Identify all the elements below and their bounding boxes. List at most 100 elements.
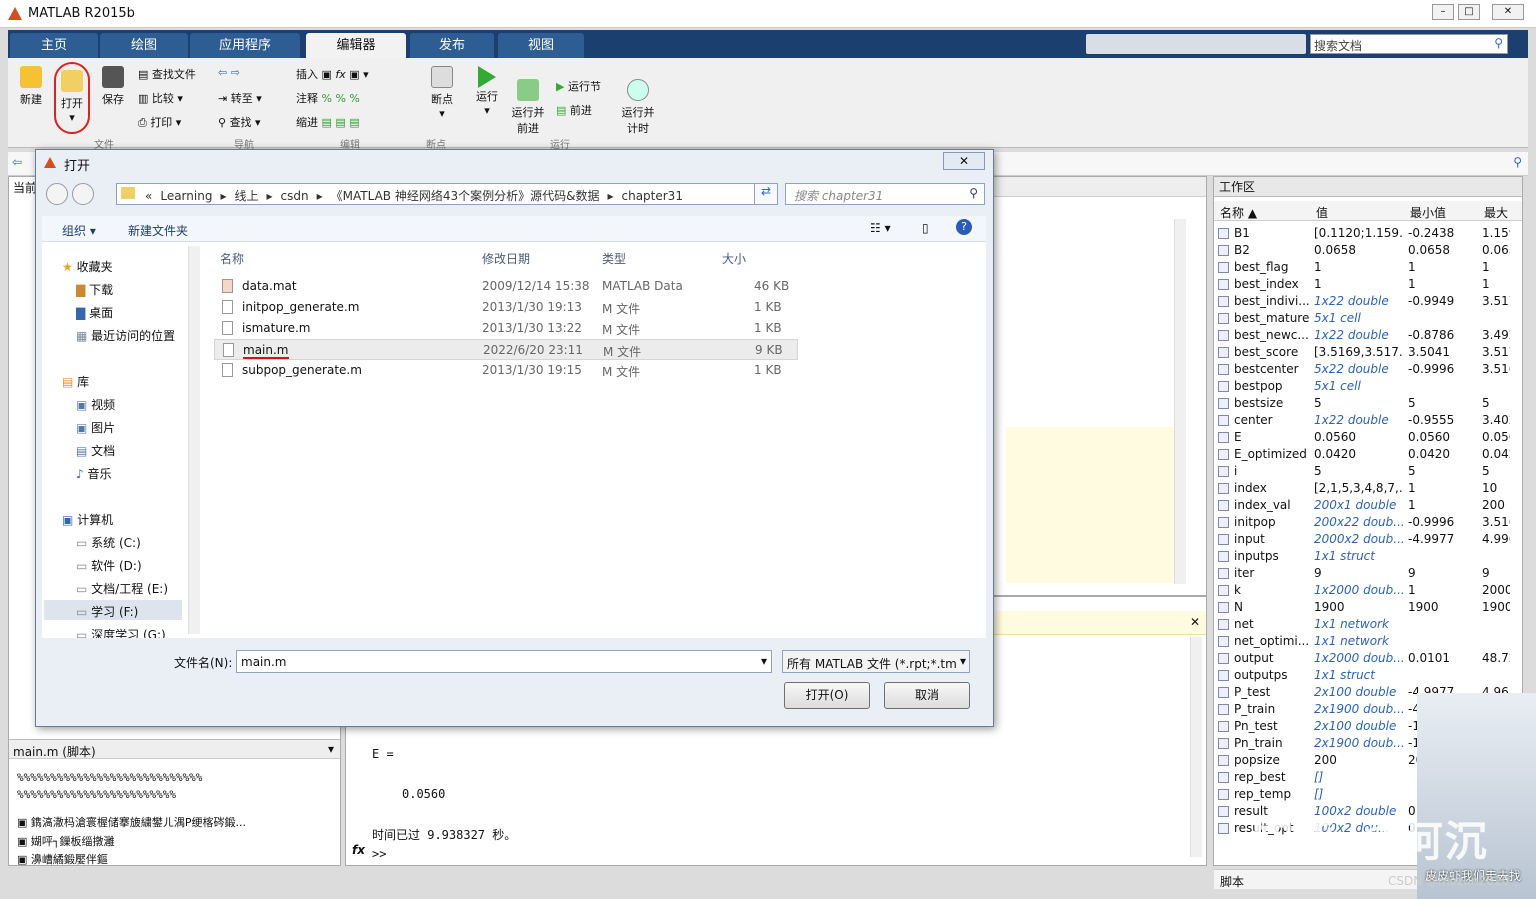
tab-plots[interactable]: 绘图 (100, 33, 188, 58)
file-row[interactable]: data.mat 2009/12/14 15:38 MATLAB Data 46 KB (214, 276, 798, 297)
breadcrumb-item[interactable]: 《MATLAB 神经网络43个案例分析》源代码&数据 (331, 189, 600, 203)
workspace-row[interactable]: best_mature 5x1 cell (1214, 310, 1510, 327)
workspace-row[interactable]: bestsize 5 5 5 (1214, 395, 1510, 412)
help-icon[interactable]: ? (956, 219, 972, 235)
breakpoints-button[interactable]: 断点 ▾ (422, 66, 462, 120)
workspace-row[interactable]: best_indivi... 1x22 double -0.9949 3.517 (1214, 293, 1510, 310)
nav-drive-d[interactable]: ▭ 软件 (D:) (76, 557, 142, 574)
back-icon[interactable] (46, 183, 68, 205)
minimize-button[interactable]: – (1432, 4, 1454, 20)
breadcrumb-item[interactable]: 线上 (234, 189, 258, 203)
dialog-search-input[interactable]: 搜索 chapter31 ⚲ (785, 183, 985, 205)
workspace-row[interactable]: inputps 1x1 struct (1214, 548, 1510, 565)
filename-input[interactable]: main.m ▾ (236, 650, 772, 673)
workspace-row[interactable]: E_optimized 0.0420 0.0420 0.042 (1214, 446, 1510, 463)
close-button[interactable]: ✕ (1492, 4, 1524, 20)
indent-button[interactable]: 缩进 ▤ ▤ ▤ (296, 114, 360, 130)
workspace-row[interactable]: output 1x2000 doub... 0.0101 48.72 (1214, 650, 1510, 667)
workspace-row[interactable]: best_index 1 1 1 (1214, 276, 1510, 293)
header-date[interactable]: 修改日期 (482, 250, 530, 267)
tab-apps[interactable]: 应用程序 (190, 33, 300, 58)
dialog-close-button[interactable]: ✕ (943, 152, 985, 170)
address-bar[interactable]: « Learning ▸ 线上 ▸ csdn ▸ 《MATLAB 神经网络43个案例分析》源代… (116, 183, 776, 205)
nav-recent[interactable]: ▦ 最近访问的位置 (76, 327, 175, 344)
cancel-button[interactable]: 取消 (884, 682, 970, 709)
nav-pictures[interactable]: ▣ 图片 (76, 419, 115, 436)
open-file-button[interactable]: 打开(O) (784, 682, 870, 709)
goto-button[interactable]: ⇥ 转至 ▾ (218, 90, 262, 106)
new-folder-button[interactable]: 新建文件夹 (128, 222, 188, 239)
path-search-icon[interactable]: ⚲ (1513, 155, 1522, 169)
comment-button[interactable]: 注释 % % % (296, 90, 360, 106)
nav-drive-g[interactable]: ▭ 深度学习 (G:) (76, 626, 166, 638)
find-files-button[interactable]: ▤ 查找文件 (138, 66, 196, 82)
preview-pane-icon[interactable]: ▯ (922, 221, 929, 235)
workspace-row[interactable]: N 1900 1900 1900 (1214, 599, 1510, 616)
nav-favorites[interactable]: ★ 收藏夹 (62, 258, 113, 275)
nav-drive-c[interactable]: ▭ 系统 (C:) (76, 534, 141, 551)
advance-button[interactable]: ▤ 前进 (556, 102, 592, 118)
workspace-row[interactable]: bestpop 5x1 cell (1214, 378, 1510, 395)
breadcrumb-item[interactable]: chapter31 (621, 189, 682, 203)
workspace-row[interactable]: net 1x1 network (1214, 616, 1510, 633)
workspace-row[interactable]: bestcenter 5x22 double -0.9996 3.516 (1214, 361, 1510, 378)
tab-home[interactable]: 主页 (10, 33, 98, 58)
col-value[interactable]: 值 (1316, 204, 1328, 221)
nav-back-forward[interactable] (46, 183, 100, 205)
breadcrumb-item[interactable]: « (145, 189, 152, 203)
find-button[interactable]: ⚲ 查找 ▾ (218, 114, 261, 130)
tab-view[interactable]: 视图 (498, 33, 584, 58)
workspace-row[interactable]: best_flag 1 1 1 (1214, 259, 1510, 276)
col-max[interactable]: 最大 (1484, 204, 1508, 221)
chevron-down-icon[interactable]: ▾ (761, 654, 767, 668)
close-icon[interactable]: ✕ (1190, 615, 1200, 629)
forward-icon[interactable] (72, 183, 94, 205)
header-size[interactable]: 大小 (722, 250, 746, 267)
new-button[interactable]: 新建 (14, 66, 48, 107)
header-type[interactable]: 类型 (602, 250, 626, 267)
fx-icon[interactable]: fx (352, 843, 365, 857)
col-name[interactable]: 名称 ▲ (1220, 204, 1257, 221)
breadcrumb-item[interactable]: Learning (160, 189, 212, 203)
maximize-button[interactable]: □ (1458, 4, 1480, 20)
filetype-select[interactable]: 所有 MATLAB 文件 (*.rpt;*.tm ▾ (782, 650, 970, 673)
nav-desktop[interactable]: ▇ 桌面 (76, 304, 113, 321)
header-name[interactable]: 名称 (220, 250, 244, 267)
workspace-row[interactable]: net_optimi... 1x1 network (1214, 633, 1510, 650)
tab-publish[interactable]: 发布 (410, 33, 494, 58)
run-button[interactable]: 运行 ▾ (470, 66, 504, 117)
workspace-row[interactable]: iter 9 9 9 (1214, 565, 1510, 582)
run-and-time-button[interactable]: 运行并 计时 (618, 66, 658, 149)
search-docs-input[interactable]: 搜索文档 ⚲ (1310, 34, 1508, 54)
workspace-row[interactable]: best_newc... 1x22 double -0.8786 3.492 (1214, 327, 1510, 344)
file-row[interactable]: main.m 2022/6/20 23:11 M 文件 9 KB (214, 339, 798, 360)
insert-button[interactable]: 插入 ▣ fx ▣ ▾ (296, 66, 369, 82)
nav-downloads[interactable]: ▇ 下载 (76, 281, 113, 298)
details-item[interactable]: ▣ 鐫滈潵杩滄寰楃储搴旇繍鐢ㄦ湡P绠楁硶鍛... (17, 814, 246, 830)
nav-docs[interactable]: ▤ 文档 (76, 442, 115, 459)
workspace-row[interactable]: outputps 1x1 struct (1214, 667, 1510, 684)
workspace-row[interactable]: B2 0.0658 0.0658 0.065 (1214, 242, 1510, 259)
details-item[interactable]: ▣ 媩呯┐鏁板缁撴灉 (17, 833, 115, 849)
cmd-prompt[interactable]: >> (372, 847, 386, 861)
file-row[interactable]: subpop_generate.m 2013/1/30 19:15 M 文件 1 KB (214, 360, 798, 381)
view-options-icon[interactable]: ☷ ▾ (870, 221, 891, 235)
workspace-row[interactable]: center 1x22 double -0.9555 3.402 (1214, 412, 1510, 429)
workspace-row[interactable]: E 0.0560 0.0560 0.056 (1214, 429, 1510, 446)
nav-scrollbar[interactable] (188, 246, 200, 634)
nav-videos[interactable]: ▣ 视频 (76, 396, 115, 413)
back-forward-buttons[interactable]: ⇦ ⇨ (218, 66, 240, 79)
run-and-advance-button[interactable]: 运行并 前进 (508, 66, 548, 149)
breadcrumb-item[interactable]: csdn (281, 189, 309, 203)
compare-button[interactable]: ▥ 比较 ▾ (138, 90, 183, 106)
editor-scrollbar[interactable] (1174, 219, 1186, 584)
workspace-row[interactable]: i 5 5 5 (1214, 463, 1510, 480)
refresh-icon[interactable]: ⇄ (754, 183, 778, 205)
back-arrow-icon[interactable]: ⇦ (12, 155, 22, 169)
file-row[interactable]: ismature.m 2013/1/30 13:22 M 文件 1 KB (214, 318, 798, 339)
run-section-button[interactable]: ▶ 运行节 (556, 78, 601, 94)
nav-music[interactable]: ♪ 音乐 (76, 465, 112, 482)
cmd-scrollbar[interactable] (1190, 637, 1202, 857)
workspace-row[interactable]: best_score [3.5169,3.517... 3.5041 3.517 (1214, 344, 1510, 361)
col-min[interactable]: 最小值 (1410, 204, 1446, 221)
